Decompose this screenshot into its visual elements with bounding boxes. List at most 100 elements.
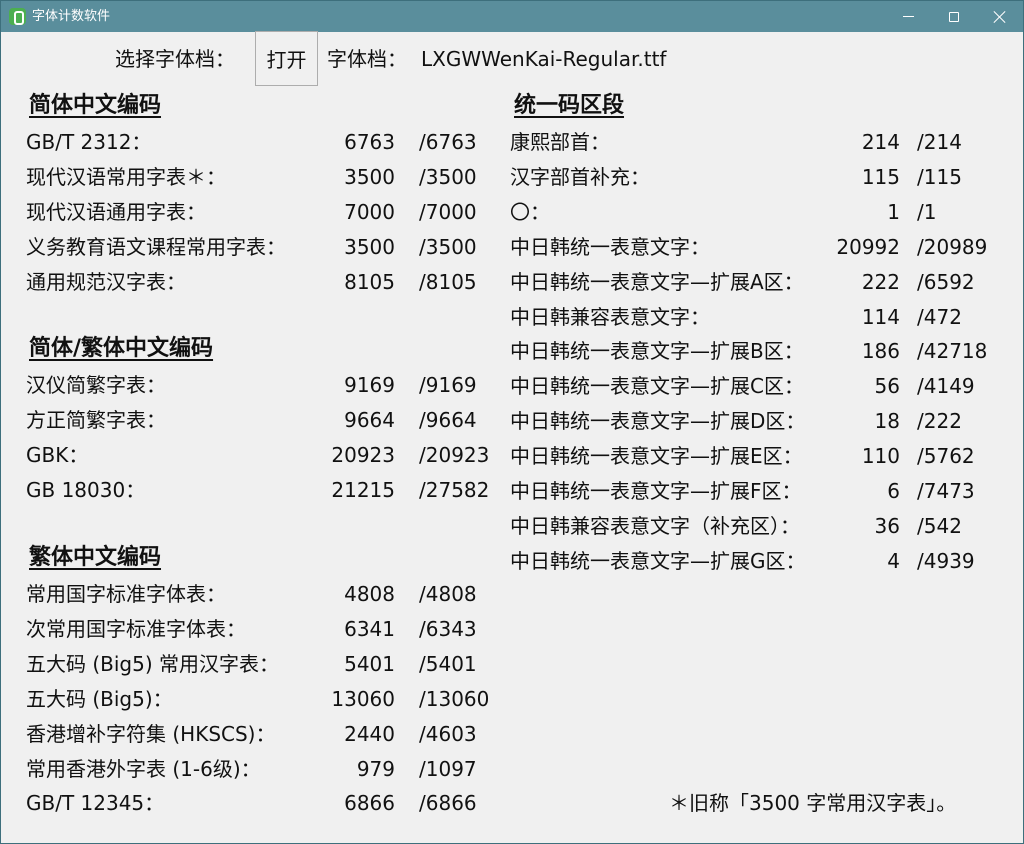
traditional-row-total: /4603 bbox=[419, 721, 477, 746]
traditional-row-label: 常用香港外字表 (1-6级)： bbox=[26, 756, 261, 781]
unicode-row-count: 115 bbox=[861, 164, 900, 189]
unicode-row-count: 56 bbox=[874, 374, 900, 399]
traditional-row-count: 6341 bbox=[344, 616, 395, 641]
unicode-row-count: 110 bbox=[861, 444, 900, 469]
simplified-row-count: 6763 bbox=[344, 130, 395, 154]
traditional-row-label: 常用国字标准字体表： bbox=[26, 582, 226, 606]
mixed-row-count: 9169 bbox=[344, 373, 395, 397]
traditional-row-total: /6866 bbox=[419, 791, 477, 816]
maximize-button[interactable] bbox=[931, 1, 977, 32]
mixed-row-label: 汉仪简繁字表： bbox=[26, 373, 166, 397]
footnote: ＊旧称「3500 字常用汉字表」。 bbox=[669, 791, 957, 815]
unicode-row-label: 中日韩兼容表意文字（补充区）： bbox=[510, 513, 800, 538]
app-window: 字体计数软件 选择字体档： 打开 字体档： LXGWWenKai-Regular… bbox=[0, 0, 1024, 844]
unicode-row-total: /214 bbox=[917, 130, 962, 154]
simplified-row-label: 现代汉语常用字表＊： bbox=[26, 164, 226, 189]
traditional-row-count: 979 bbox=[356, 756, 395, 781]
mixed-row-total: /20923 bbox=[419, 442, 490, 467]
simplified-row-count: 3500 bbox=[344, 234, 395, 259]
traditional-row-total: /4808 bbox=[419, 582, 477, 606]
simplified-row-total: /7000 bbox=[419, 199, 477, 224]
traditional-row-total: /13060 bbox=[419, 686, 490, 711]
close-button[interactable] bbox=[977, 1, 1023, 32]
traditional-row-label: 香港增补字符集 (HKSCS)： bbox=[26, 721, 276, 746]
font-file-label: 字体档： bbox=[327, 47, 407, 71]
close-icon bbox=[994, 11, 1006, 23]
traditional-row-label: GB/T 12345： bbox=[26, 791, 165, 816]
traditional-row-total: /5401 bbox=[419, 651, 477, 676]
section-heading-traditional: 繁体中文编码 bbox=[29, 545, 162, 570]
traditional-row-label: 五大码 (Big5)： bbox=[26, 686, 173, 711]
unicode-row-count: 1 bbox=[887, 199, 900, 224]
unicode-row-total: /542 bbox=[917, 513, 962, 538]
simplified-row-count: 7000 bbox=[344, 199, 395, 224]
unicode-row-total: /472 bbox=[917, 304, 962, 329]
unicode-row-count: 20992 bbox=[836, 234, 900, 259]
simplified-row-count: 8105 bbox=[344, 269, 395, 294]
traditional-row-count: 2440 bbox=[344, 721, 395, 746]
unicode-row-label: 康熙部首： bbox=[510, 130, 610, 154]
window-title: 字体计数软件 bbox=[32, 9, 111, 24]
app-icon bbox=[9, 8, 26, 25]
unicode-row-label: 中日韩统一表意文字—扩展D区： bbox=[510, 409, 806, 434]
simplified-row-total: /3500 bbox=[419, 234, 477, 259]
maximize-icon bbox=[949, 11, 959, 22]
traditional-row-label: 次常用国字标准字体表： bbox=[26, 616, 246, 641]
unicode-row-label: 〇： bbox=[510, 199, 550, 224]
unicode-row-total: /6592 bbox=[917, 269, 975, 294]
font-file-name: LXGWWenKai-Regular.ttf bbox=[421, 47, 667, 71]
unicode-row-total: /115 bbox=[917, 164, 962, 189]
unicode-row-label: 中日韩统一表意文字—扩展C区： bbox=[510, 374, 804, 399]
unicode-row-label: 中日韩兼容表意文字： bbox=[510, 304, 710, 329]
unicode-row-count: 222 bbox=[861, 269, 900, 294]
mixed-row-total: /9169 bbox=[419, 373, 477, 397]
traditional-row-total: /1097 bbox=[419, 756, 477, 781]
unicode-row-count: 18 bbox=[874, 409, 900, 434]
mixed-row-label: 方正简繁字表： bbox=[26, 407, 166, 432]
simplified-row-count: 3500 bbox=[344, 164, 395, 189]
minimize-icon bbox=[902, 16, 914, 17]
mixed-row-count: 20923 bbox=[331, 442, 395, 467]
unicode-row-label: 中日韩统一表意文字—扩展G区： bbox=[510, 548, 806, 573]
traditional-row-count: 6866 bbox=[344, 791, 395, 816]
section-heading-simplified: 简体中文编码 bbox=[29, 93, 162, 118]
simplified-row-label: 现代汉语通用字表： bbox=[26, 199, 206, 224]
traditional-row-total: /6343 bbox=[419, 616, 477, 641]
unicode-row-total: /4939 bbox=[917, 548, 975, 573]
unicode-row-label: 中日韩统一表意文字： bbox=[510, 234, 710, 259]
minimize-button[interactable] bbox=[885, 1, 931, 32]
mixed-row-label: GB 18030： bbox=[26, 477, 146, 502]
mixed-row-total: /27582 bbox=[419, 477, 490, 502]
unicode-row-total: /42718 bbox=[917, 339, 988, 364]
unicode-row-count: 6 bbox=[887, 479, 900, 503]
simplified-row-total: /8105 bbox=[419, 269, 477, 294]
unicode-row-label: 中日韩统一表意文字—扩展F区： bbox=[510, 479, 802, 503]
traditional-row-count: 5401 bbox=[344, 651, 395, 676]
title-bar[interactable]: 字体计数软件 bbox=[1, 1, 1023, 32]
traditional-row-count: 13060 bbox=[331, 686, 395, 711]
simplified-row-label: 通用规范汉字表： bbox=[26, 269, 186, 294]
mixed-row-total: /9664 bbox=[419, 407, 477, 432]
choose-font-label: 选择字体档： bbox=[115, 47, 235, 71]
simplified-row-total: /3500 bbox=[419, 164, 477, 189]
unicode-row-total: /4149 bbox=[917, 374, 975, 399]
unicode-row-count: 214 bbox=[861, 130, 900, 154]
section-heading-unicode: 统一码区段 bbox=[514, 93, 625, 118]
unicode-row-count: 114 bbox=[861, 304, 900, 329]
simplified-row-label: GB/T 2312： bbox=[26, 130, 152, 154]
unicode-row-total: /20989 bbox=[917, 234, 988, 259]
unicode-row-total: /1 bbox=[917, 199, 937, 224]
section-heading-mixed: 简体/繁体中文编码 bbox=[29, 336, 214, 361]
unicode-row-total: /7473 bbox=[917, 479, 975, 503]
open-file-button[interactable]: 打开 bbox=[255, 31, 318, 86]
mixed-row-label: GBK： bbox=[26, 442, 89, 467]
unicode-row-total: /5762 bbox=[917, 444, 975, 469]
unicode-row-label: 汉字部首补充： bbox=[510, 164, 650, 189]
traditional-row-label: 五大码 (Big5) 常用汉字表： bbox=[26, 651, 280, 676]
unicode-row-count: 36 bbox=[874, 513, 900, 538]
unicode-row-count: 186 bbox=[861, 339, 900, 364]
unicode-row-label: 中日韩统一表意文字—扩展B区： bbox=[510, 339, 804, 364]
unicode-row-label: 中日韩统一表意文字—扩展E区： bbox=[510, 444, 803, 469]
traditional-row-count: 4808 bbox=[344, 582, 395, 606]
unicode-row-total: /222 bbox=[917, 409, 962, 434]
